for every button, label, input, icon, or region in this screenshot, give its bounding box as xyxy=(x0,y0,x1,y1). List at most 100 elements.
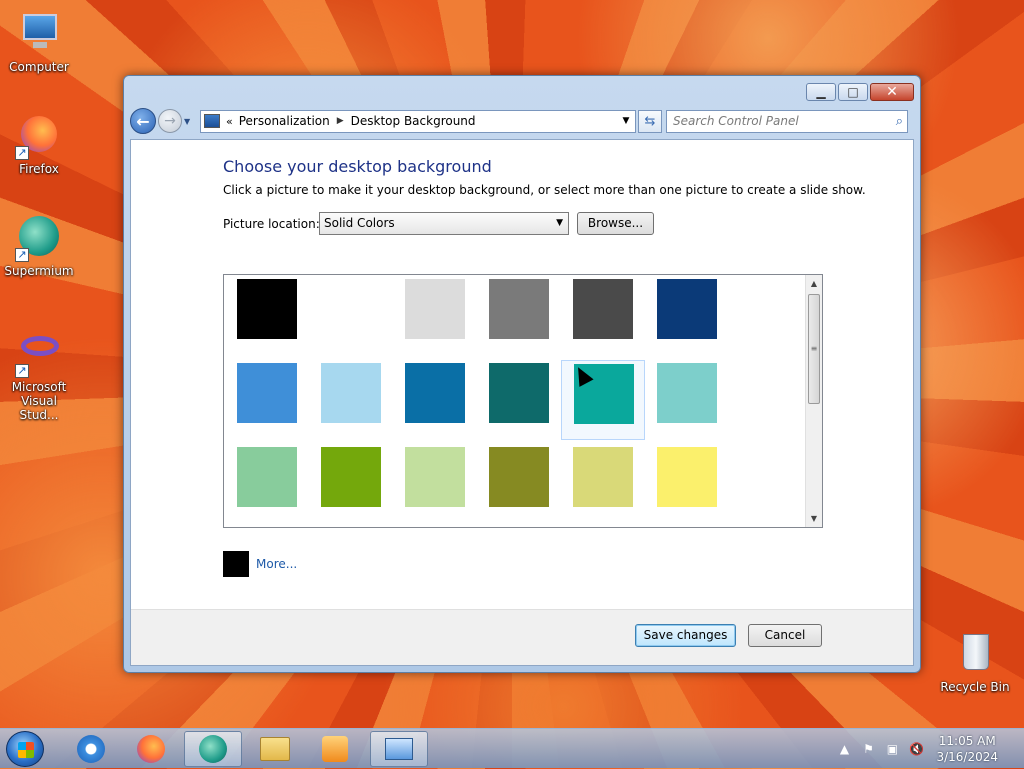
color-gallery: ▲ ≡ ▼ xyxy=(223,274,823,528)
supermium-icon: ↗ xyxy=(15,214,63,262)
desktop-icon-recycle-bin[interactable]: Recycle Bin xyxy=(936,630,1014,694)
start-button[interactable] xyxy=(6,731,44,767)
system-tray: ▲ ⚑ ▣ 🔇 11:05 AM 3/16/2024 xyxy=(832,729,1024,769)
refresh-button[interactable]: ⇆ xyxy=(638,109,662,133)
forward-arrow-icon: → xyxy=(164,113,176,129)
color-swatch[interactable] xyxy=(393,276,477,356)
color-swatch-fill xyxy=(657,279,717,339)
desktop-icon-label: Supermium xyxy=(4,264,74,278)
color-swatch-fill xyxy=(489,447,549,507)
color-swatch[interactable] xyxy=(645,444,729,524)
content-pane: Choose your desktop background Click a p… xyxy=(130,139,914,666)
current-color-swatch[interactable] xyxy=(223,551,249,577)
color-swatch[interactable] xyxy=(477,276,561,356)
folder-icon xyxy=(260,737,290,761)
desktop-icon-label: Firefox xyxy=(19,162,59,176)
network-icon[interactable]: ▣ xyxy=(884,741,900,757)
taskbar-supermium[interactable] xyxy=(184,731,242,767)
dialog-footer: Save changes Cancel xyxy=(131,609,913,665)
color-swatch-fill xyxy=(321,447,381,507)
page-description: Click a picture to make it your desktop … xyxy=(223,183,866,197)
chevron-down-icon: ▼ xyxy=(556,218,563,228)
search-input[interactable]: Search Control Panel ⌕ xyxy=(666,109,908,133)
control-panel-window: ▁ □ ✕ ← → ▼ « Personalization ▶ Desktop … xyxy=(123,75,921,673)
desktop-icon-supermium[interactable]: ↗ Supermium xyxy=(0,214,78,278)
color-swatch[interactable] xyxy=(225,360,309,440)
refresh-icon: ⇆ xyxy=(644,113,656,129)
color-swatch[interactable] xyxy=(645,276,729,356)
cancel-button[interactable]: Cancel xyxy=(748,624,822,647)
desktop-icon-computer[interactable]: Computer xyxy=(0,10,78,74)
color-swatch[interactable] xyxy=(477,444,561,524)
show-hidden-icons-icon[interactable]: ▲ xyxy=(836,741,852,757)
navigation-bar: ← → ▼ « Personalization ▶ Desktop Backgr… xyxy=(130,107,914,135)
color-swatch-fill xyxy=(405,447,465,507)
recent-pages-dropdown[interactable]: ▼ xyxy=(184,117,196,126)
shortcut-arrow-icon: ↗ xyxy=(15,146,29,160)
action-center-flag-icon[interactable]: ⚑ xyxy=(860,741,876,757)
color-swatch[interactable] xyxy=(309,360,393,440)
color-swatch-fill xyxy=(321,363,381,423)
color-swatch-fill xyxy=(657,363,717,423)
gallery-scrollbar[interactable]: ▲ ≡ ▼ xyxy=(805,275,822,527)
maximize-icon: □ xyxy=(847,85,859,99)
save-changes-button[interactable]: Save changes xyxy=(635,624,736,647)
color-swatch[interactable] xyxy=(225,276,309,356)
shortcut-arrow-icon: ↗ xyxy=(15,248,29,262)
desktop-icon-label: Microsoft Visual Stud... xyxy=(11,380,67,422)
color-swatch[interactable] xyxy=(645,360,729,440)
desktop-icon-label: Computer xyxy=(9,60,69,74)
search-icon[interactable]: ⌕ xyxy=(896,114,903,129)
forward-button[interactable]: → xyxy=(158,109,182,133)
browse-button[interactable]: Browse... xyxy=(577,212,654,235)
volume-muted-icon[interactable]: 🔇 xyxy=(908,741,924,757)
desktop-icon-firefox[interactable]: ↗ Firefox xyxy=(0,112,78,176)
taskbar-firefox[interactable] xyxy=(122,731,180,767)
color-swatch-fill xyxy=(237,279,297,339)
shortcut-arrow-icon: ↗ xyxy=(15,364,29,378)
desktop-icon-visual-studio[interactable]: ↗ Microsoft Visual Stud... xyxy=(0,330,78,422)
color-swatch[interactable] xyxy=(561,276,645,356)
color-swatch[interactable] xyxy=(309,276,393,356)
taskbar-media-player[interactable] xyxy=(306,731,364,767)
minimize-button[interactable]: ▁ xyxy=(806,83,836,101)
color-swatch[interactable] xyxy=(477,360,561,440)
windows-logo-icon xyxy=(18,742,34,758)
scroll-up-icon[interactable]: ▲ xyxy=(806,275,822,292)
clock[interactable]: 11:05 AM 3/16/2024 xyxy=(936,733,998,765)
address-bar[interactable]: « Personalization ▶ Desktop Background ▼ xyxy=(200,109,636,133)
breadcrumb-arrow-icon[interactable]: ▶ xyxy=(337,116,344,126)
taskbar-file-explorer[interactable] xyxy=(246,731,304,767)
firefox-icon: ↗ xyxy=(15,112,63,160)
color-swatch-fill xyxy=(405,279,465,339)
visual-studio-icon: ↗ xyxy=(15,330,63,378)
internet-explorer-icon xyxy=(77,735,105,763)
picture-location-select[interactable]: Solid Colors ▼ xyxy=(319,212,569,235)
close-button[interactable]: ✕ xyxy=(870,83,914,101)
color-swatch-fill xyxy=(573,447,633,507)
maximize-button[interactable]: □ xyxy=(838,83,868,101)
color-swatch[interactable] xyxy=(393,360,477,440)
color-swatch-fill xyxy=(405,363,465,423)
control-panel-icon xyxy=(204,114,220,128)
color-swatch[interactable] xyxy=(561,444,645,524)
taskbar-control-panel[interactable] xyxy=(370,731,428,767)
back-button[interactable]: ← xyxy=(130,108,156,134)
color-swatch[interactable] xyxy=(309,444,393,524)
color-swatch[interactable] xyxy=(393,444,477,524)
breadcrumb-overflow-icon[interactable]: « xyxy=(226,115,233,128)
page-title: Choose your desktop background xyxy=(223,157,492,176)
scroll-thumb[interactable]: ≡ xyxy=(808,294,820,404)
back-arrow-icon: ← xyxy=(136,111,150,131)
breadcrumb-desktop-background[interactable]: Desktop Background xyxy=(351,114,476,128)
picture-location-label: Picture location: xyxy=(223,217,320,231)
color-swatch[interactable] xyxy=(225,444,309,524)
more-colors-link[interactable]: More... xyxy=(256,557,297,571)
breadcrumb-personalization[interactable]: Personalization xyxy=(239,114,330,128)
color-swatch-fill xyxy=(321,279,381,339)
address-dropdown-icon[interactable]: ▼ xyxy=(617,116,635,126)
taskbar-internet-explorer[interactable] xyxy=(62,731,120,767)
color-swatch-fill xyxy=(489,363,549,423)
scroll-down-icon[interactable]: ▼ xyxy=(806,510,822,527)
supermium-icon xyxy=(199,735,227,763)
